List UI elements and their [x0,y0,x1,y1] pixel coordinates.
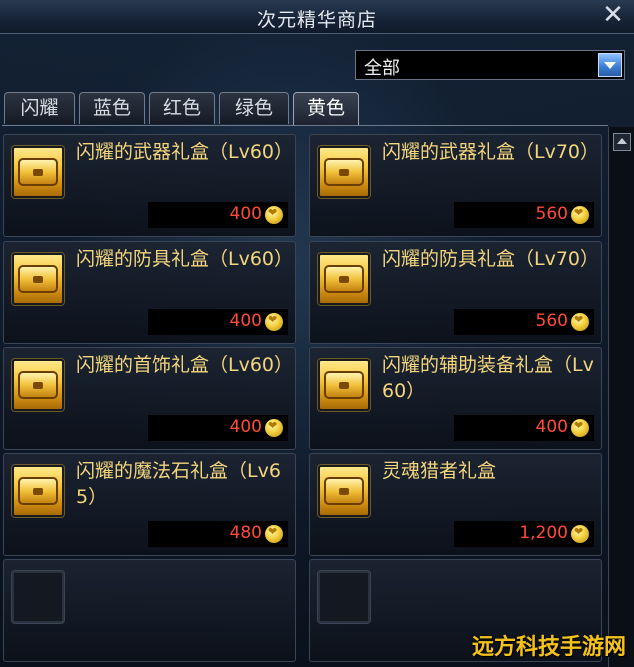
item-price: 560 [535,204,568,224]
item-card[interactable]: 闪耀的武器礼盒（Lv70） 560 [309,134,602,237]
item-card[interactable]: 闪耀的魔法石礼盒（Lv65） 480 [3,453,296,556]
item-price: 400 [535,417,568,437]
price-bar: 560 [454,202,594,228]
item-name: 闪耀的防具礼盒（Lv60） [76,248,294,270]
price-bar: 400 [148,309,288,335]
watermark: 远方科技手游网 [471,635,626,660]
gift-box-icon [12,465,64,517]
item-price: 400 [229,204,262,224]
coin-icon [571,313,589,331]
item-name: 闪耀的辅助装备礼盒（Lv60） [382,354,594,402]
item-name: 闪耀的魔法石礼盒（Lv65） [76,460,281,508]
item-name: 闪耀的武器礼盒（Lv70） [382,141,600,163]
gift-box-icon [318,253,370,305]
item-price: 1,200 [519,523,568,543]
empty-slot-icon [12,571,64,623]
title-bar: 次元精华商店 ✕ [0,0,634,34]
empty-item-slot [3,559,296,662]
tab-red[interactable]: 红色 [149,92,215,124]
item-price: 400 [229,311,262,331]
coin-icon [571,206,589,224]
item-grid: 闪耀的武器礼盒（Lv60） 400 闪耀的武器礼盒（Lv70） 560 闪耀的防… [0,127,608,667]
item-price: 560 [535,311,568,331]
tab-yellow[interactable]: 黄色 [293,92,359,126]
gift-box-icon [318,359,370,411]
item-card[interactable]: 闪耀的武器礼盒（Lv60） 400 [3,134,296,237]
coin-icon [265,525,283,543]
tab-divider [2,125,608,126]
gift-box-icon [12,146,64,198]
item-price: 480 [229,523,262,543]
window-title: 次元精华商店 [256,9,377,31]
price-bar: 480 [148,521,288,547]
category-dropdown-value: 全部 [364,58,400,79]
coin-icon [571,525,589,543]
item-name: 闪耀的武器礼盒（Lv60） [76,141,294,163]
coin-icon [571,419,589,437]
item-card[interactable]: 闪耀的首饰礼盒（Lv60） 400 [3,347,296,450]
empty-slot-icon [318,571,370,623]
tab-shining[interactable]: 闪耀 [4,92,75,124]
close-icon[interactable]: ✕ [600,2,626,28]
item-card[interactable]: 闪耀的防具礼盒（Lv70） 560 [309,241,602,344]
item-name: 闪耀的防具礼盒（Lv70） [382,248,600,270]
price-bar: 400 [148,202,288,228]
gift-box-icon [12,253,64,305]
coin-icon [265,313,283,331]
coin-icon [265,419,283,437]
gift-box-icon [12,359,64,411]
item-card[interactable]: 闪耀的防具礼盒（Lv60） 400 [3,241,296,344]
item-card[interactable]: 灵魂猎者礼盒 1,200 [309,453,602,556]
tab-green[interactable]: 绿色 [219,92,289,124]
category-dropdown[interactable]: 全部 [355,50,625,80]
coin-icon [265,206,283,224]
price-bar: 560 [454,309,594,335]
scrollbar[interactable] [608,127,634,667]
chevron-down-icon[interactable] [598,53,622,77]
gift-box-icon [318,465,370,517]
item-name: 灵魂猎者礼盒 [382,460,497,482]
item-card[interactable]: 闪耀的辅助装备礼盒（Lv60） 400 [309,347,602,450]
tab-blue[interactable]: 蓝色 [79,92,145,124]
scroll-up-icon[interactable] [613,133,631,151]
gift-box-icon [318,146,370,198]
price-bar: 400 [148,415,288,441]
price-bar: 1,200 [454,521,594,547]
shop-window: 次元精华商店 ✕ 全部 闪耀 蓝色 红色 绿色 黄色 闪耀的武器礼盒（Lv60）… [0,0,634,667]
item-price: 400 [229,417,262,437]
price-bar: 400 [454,415,594,441]
item-name: 闪耀的首饰礼盒（Lv60） [76,354,294,376]
